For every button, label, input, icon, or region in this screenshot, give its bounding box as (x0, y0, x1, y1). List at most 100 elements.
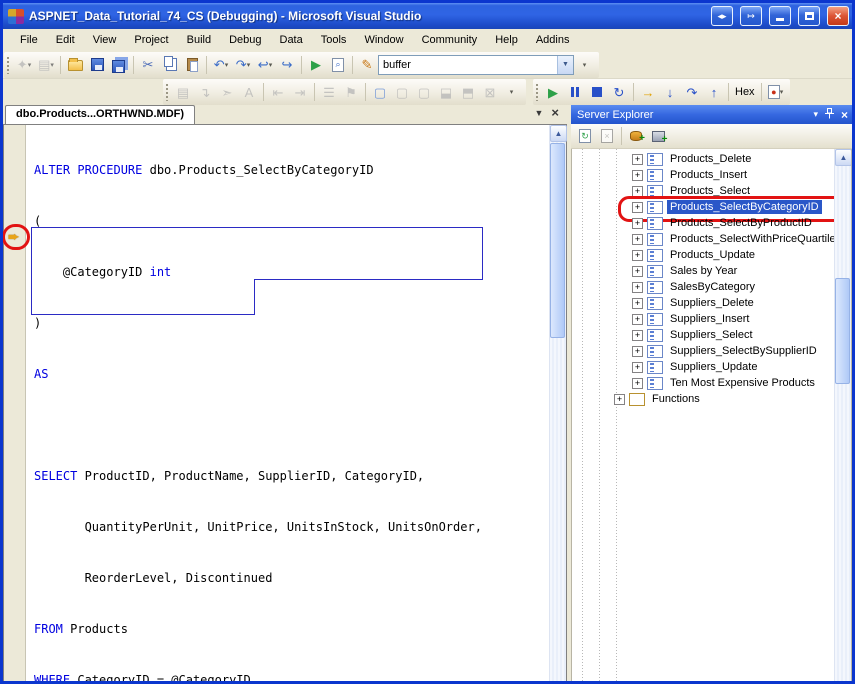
auto-hide-pin-button[interactable] (825, 108, 834, 121)
tree-item[interactable]: + Suppliers_Delete (572, 295, 834, 311)
navigate-forward-button[interactable]: ↪ (276, 54, 298, 76)
display-member-list-button[interactable]: ▤ (172, 81, 194, 103)
quick-info-button[interactable]: ➣ (216, 81, 238, 103)
tree-item[interactable]: + Suppliers_Select (572, 327, 834, 343)
toolbar-grip[interactable] (6, 56, 10, 74)
active-files-dropdown-button[interactable]: ▼ (534, 108, 543, 118)
expand-plus-icon[interactable]: + (632, 298, 643, 309)
tree-item[interactable]: + Products_Insert (572, 167, 834, 183)
toolbar-options-button[interactable]: ▾ (574, 54, 596, 76)
code-editor[interactable]: ➨ ALTER PROCEDURE dbo.Products_SelectByC… (3, 125, 567, 684)
scrollbar-track[interactable] (835, 166, 851, 684)
find-symbol-button[interactable]: ✎ (356, 54, 378, 76)
previous-bookmark-button[interactable]: ▢ (391, 81, 413, 103)
step-out-button[interactable]: ↑ (703, 81, 725, 103)
expand-plus-icon[interactable]: + (632, 234, 643, 245)
menu-item[interactable]: Debug (220, 32, 270, 48)
break-all-button[interactable] (564, 81, 586, 103)
stop-debugging-button[interactable] (586, 81, 608, 103)
toggle-bookmark-button[interactable]: ▢ (369, 81, 391, 103)
expand-plus-icon[interactable]: + (632, 362, 643, 373)
maximize-button[interactable] (798, 6, 820, 26)
tree-item[interactable]: + Functions (572, 391, 834, 407)
editor-vertical-scrollbar[interactable]: ▲ ▼ (549, 125, 566, 684)
expand-plus-icon[interactable]: + (632, 346, 643, 357)
scrollbar-thumb[interactable] (835, 278, 850, 384)
server-explorer-tree[interactable]: + Products_Delete + Products_Insert + Pr… (572, 149, 834, 684)
menu-item[interactable]: Build (178, 32, 220, 48)
bookmark-folder-next-button[interactable]: ⬒ (457, 81, 479, 103)
menu-item[interactable]: Addins (527, 32, 579, 48)
expand-plus-icon[interactable]: + (632, 202, 643, 213)
tree-item[interactable]: + Products_Select (572, 183, 834, 199)
toolbar-grip[interactable] (535, 83, 539, 101)
tree-item[interactable]: + Suppliers_Update (572, 359, 834, 375)
new-website-button[interactable]: ✦▾ (13, 54, 35, 76)
editor-indicator-margin[interactable] (4, 125, 26, 684)
hex-toggle-button[interactable]: Hex (732, 81, 758, 103)
pane-navigate-button[interactable]: ◂▸ (711, 6, 733, 26)
connect-to-server-button[interactable]: + (647, 125, 669, 147)
tree-item[interactable]: + Ten Most Expensive Products (572, 375, 834, 391)
close-button[interactable]: × (827, 6, 849, 26)
expand-plus-icon[interactable]: + (632, 330, 643, 341)
window-position-dropdown-button[interactable]: ▾ (813, 109, 818, 120)
expand-plus-icon[interactable]: + (632, 186, 643, 197)
menu-item[interactable]: File (11, 32, 47, 48)
tree-item[interactable]: + Products_Delete (572, 151, 834, 167)
title-bar[interactable]: ASPNET_Data_Tutorial_74_CS (Debugging) -… (3, 3, 852, 29)
restart-button[interactable]: ↻ (608, 81, 630, 103)
increase-indent-button[interactable]: ⇥ (289, 81, 311, 103)
decrease-indent-button[interactable]: ⇤ (267, 81, 289, 103)
paste-button[interactable] (181, 54, 203, 76)
find-combo-dropdown-button[interactable]: ▼ (557, 56, 573, 74)
menu-item[interactable]: Community (413, 32, 487, 48)
start-debugging-button[interactable]: ▶ (305, 54, 327, 76)
expand-plus-icon[interactable]: + (632, 314, 643, 325)
uncomment-lines-button[interactable]: ⚑ (340, 81, 362, 103)
tree-item[interactable]: + Products_SelectByCategoryID (572, 199, 834, 215)
menu-item[interactable]: Data (271, 32, 312, 48)
save-button[interactable] (86, 54, 108, 76)
step-over-button[interactable]: ↷ (681, 81, 703, 103)
expand-plus-icon[interactable]: + (632, 378, 643, 389)
tree-item[interactable]: + Products_SelectWithPriceQuartile (572, 231, 834, 247)
next-bookmark-button[interactable]: ▢ (413, 81, 435, 103)
menu-item[interactable]: View (84, 32, 126, 48)
toolbar-grip[interactable] (165, 83, 169, 101)
tree-item[interactable]: + SalesByCategory (572, 279, 834, 295)
undock-window-button[interactable]: ↦ (740, 6, 762, 26)
scroll-up-button[interactable]: ▲ (835, 149, 852, 166)
expand-plus-icon[interactable]: + (632, 266, 643, 277)
toolbar-options-button[interactable]: ▾ (501, 81, 523, 103)
close-document-button[interactable]: × (551, 105, 559, 120)
comment-lines-button[interactable]: ☰ (318, 81, 340, 103)
expand-plus-icon[interactable]: + (632, 170, 643, 181)
tree-vertical-scrollbar[interactable]: ▲ ▼ (834, 149, 851, 684)
complete-word-button[interactable]: A (238, 81, 260, 103)
refresh-button[interactable]: ↻ (574, 125, 596, 147)
menu-item[interactable]: Window (355, 32, 412, 48)
menu-item[interactable]: Project (125, 32, 177, 48)
continue-button[interactable]: ▶ (542, 81, 564, 103)
parameter-info-button[interactable]: ↴ (194, 81, 216, 103)
server-explorer-title-bar[interactable]: Server Explorer ▾ × (571, 105, 852, 124)
open-file-button[interactable] (64, 54, 86, 76)
add-new-item-button[interactable]: ▤▾ (35, 54, 57, 76)
find-in-files-button[interactable]: ⌕ (327, 54, 349, 76)
scrollbar-track[interactable] (550, 142, 566, 684)
document-tab[interactable]: dbo.Products...ORTHWND.MDF) (5, 105, 195, 124)
tree-item[interactable]: + Products_SelectByProductID (572, 215, 834, 231)
code-text-area[interactable]: ALTER PROCEDURE dbo.Products_SelectByCat… (26, 125, 549, 684)
find-input[interactable] (379, 59, 557, 71)
scroll-up-button[interactable]: ▲ (550, 125, 567, 142)
menu-item[interactable]: Edit (47, 32, 84, 48)
undo-button[interactable]: ↶▾ (210, 54, 232, 76)
close-panel-button[interactable]: × (841, 108, 848, 122)
navigate-backward-button[interactable]: ↩▾ (254, 54, 276, 76)
bookmark-folder-prev-button[interactable]: ⬓ (435, 81, 457, 103)
stop-refresh-button[interactable]: × (596, 125, 618, 147)
tree-item[interactable]: + Suppliers_SelectBySupplierID (572, 343, 834, 359)
connect-to-database-button[interactable]: + (625, 125, 647, 147)
scrollbar-thumb[interactable] (550, 143, 565, 338)
